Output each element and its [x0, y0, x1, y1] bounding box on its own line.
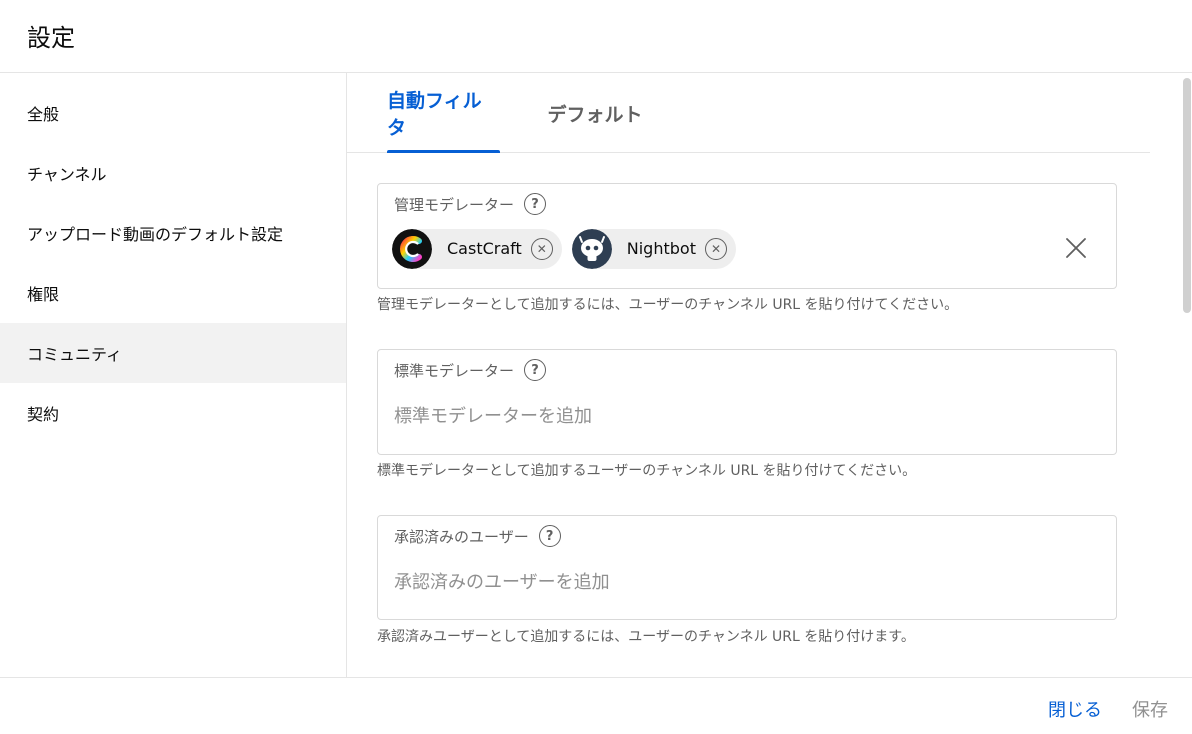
managing-moderators-label: 管理モデレーター — [394, 195, 515, 214]
tab-auto-filter[interactable]: 自動フィルタ — [387, 73, 500, 153]
dialog-title: 設定 — [27, 24, 75, 52]
standard-moderators-field[interactable]: 標準モデレーター ? 標準モデレーターを追加 — [377, 349, 1117, 455]
remove-chip-icon[interactable]: ✕ — [530, 237, 553, 260]
save-button[interactable]: 保存 — [1132, 696, 1168, 722]
clear-all-close-icon[interactable] — [1064, 236, 1088, 260]
dialog-footer: 閉じる 保存 — [0, 677, 1192, 734]
chip-label: Nightbot — [626, 239, 696, 258]
sidebar-item-general[interactable]: 全般 — [0, 83, 346, 143]
settings-content: 自動フィルタ デフォルト 管理モデレーター ? CastCraft ✕ Nigh… — [347, 73, 1192, 677]
castcraft-logo-icon — [392, 228, 432, 269]
tab-bar: 自動フィルタ デフォルト — [347, 73, 1150, 153]
approved-users-helper: 承認済みユーザーとして追加するには、ユーザーのチャンネル URL を貼り付けます… — [377, 629, 915, 645]
approved-users-field[interactable]: 承認済みのユーザー ? 承認済みのユーザーを追加 — [377, 515, 1117, 620]
managing-moderators-helper: 管理モデレーターとして追加するには、ユーザーのチャンネル URL を貼り付けてく… — [377, 297, 959, 313]
active-tab-indicator — [387, 150, 500, 153]
help-icon[interactable]: ? — [524, 193, 547, 215]
managing-moderators-field[interactable]: 管理モデレーター ? CastCraft ✕ Nightbot ✕ — [377, 183, 1117, 289]
nightbot-robot-icon — [571, 228, 612, 269]
approved-users-input[interactable]: 承認済みのユーザーを追加 — [394, 568, 610, 594]
settings-dialog: 設定 全般 チャンネル アップロード動画のデフォルト設定 権限 コミュニティ 契… — [0, 0, 1192, 734]
sidebar-item-agreements[interactable]: 契約 — [0, 383, 346, 443]
help-icon[interactable]: ? — [524, 359, 547, 381]
moderator-chip-castcraft: CastCraft ✕ — [392, 228, 562, 269]
chip-label: CastCraft — [447, 239, 522, 258]
remove-chip-icon[interactable]: ✕ — [704, 237, 727, 260]
sidebar-item-channel[interactable]: チャンネル — [0, 143, 346, 203]
moderator-chips: CastCraft ✕ Nightbot ✕ — [392, 228, 736, 269]
content-scrollbar[interactable] — [1181, 73, 1192, 677]
settings-sidebar: 全般 チャンネル アップロード動画のデフォルト設定 権限 コミュニティ 契約 — [0, 73, 347, 677]
moderator-chip-nightbot: Nightbot ✕ — [571, 228, 736, 269]
tab-defaults[interactable]: デフォルト — [543, 73, 647, 153]
sidebar-item-permissions[interactable]: 権限 — [0, 263, 346, 323]
standard-moderators-label: 標準モデレーター — [394, 361, 515, 380]
approved-users-label: 承認済みのユーザー — [394, 527, 529, 546]
scrollbar-thumb[interactable] — [1183, 78, 1191, 313]
standard-moderators-helper: 標準モデレーターとして追加するユーザーのチャンネル URL を貼り付けてください… — [377, 463, 917, 479]
sidebar-item-upload-defaults[interactable]: アップロード動画のデフォルト設定 — [0, 203, 346, 263]
help-icon[interactable]: ? — [538, 525, 561, 547]
dialog-header: 設定 — [0, 0, 1192, 73]
close-button[interactable]: 閉じる — [1048, 696, 1102, 722]
standard-moderators-input[interactable]: 標準モデレーターを追加 — [394, 402, 592, 428]
sidebar-item-community[interactable]: コミュニティ — [0, 323, 346, 383]
